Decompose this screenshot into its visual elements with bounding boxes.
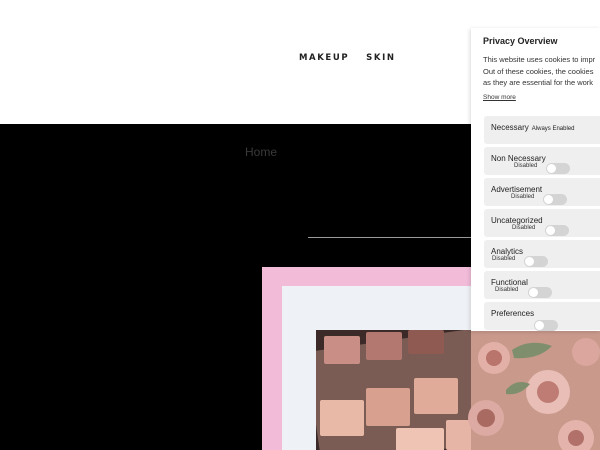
preferences-toggle[interactable] bbox=[534, 320, 558, 331]
category-status: Disabled bbox=[492, 256, 516, 262]
category-name: Preferences bbox=[491, 309, 535, 318]
privacy-title: Privacy Overview bbox=[483, 36, 558, 46]
privacy-text-line: as they are essential for the work bbox=[483, 78, 594, 87]
toggle-knob bbox=[544, 195, 553, 204]
nav-link-makeup[interactable]: MAKEUP bbox=[299, 53, 349, 63]
category-name: Functional bbox=[491, 278, 528, 287]
toggle-knob bbox=[529, 288, 538, 297]
toggle-knob bbox=[535, 321, 544, 330]
cookie-category-non-necessary[interactable]: Non Necessary Disabled bbox=[484, 147, 600, 175]
cookie-category-functional[interactable]: Functional Disabled bbox=[484, 271, 600, 299]
category-label: Necessary Always Enabled bbox=[491, 123, 575, 132]
toggle-knob bbox=[525, 257, 534, 266]
category-status: Disabled bbox=[511, 194, 535, 200]
show-more-link[interactable]: Show more bbox=[483, 94, 516, 101]
eyeshadow-palette-image bbox=[316, 330, 600, 450]
uncategorized-toggle[interactable] bbox=[545, 225, 569, 236]
cookie-category-advertisement[interactable]: Advertisement Disabled bbox=[484, 178, 600, 206]
category-status: Disabled bbox=[495, 287, 519, 293]
privacy-description: This website uses cookies to impr Out of… bbox=[483, 54, 600, 89]
toggle-knob bbox=[547, 164, 556, 173]
nav-link-skin[interactable]: SKIN bbox=[366, 53, 395, 63]
category-name: Advertisement bbox=[491, 185, 543, 194]
functional-toggle[interactable] bbox=[528, 287, 552, 298]
category-name: Necessary bbox=[491, 123, 529, 132]
category-name: Analytics bbox=[491, 247, 524, 256]
cookie-category-necessary[interactable]: Necessary Always Enabled bbox=[484, 116, 600, 144]
cookie-category-analytics[interactable]: Analytics Disabled bbox=[484, 240, 600, 268]
category-name: Uncategorized bbox=[491, 216, 543, 225]
category-status: Disabled bbox=[512, 225, 536, 231]
cookie-category-uncategorized[interactable]: Uncategorized Disabled bbox=[484, 209, 600, 237]
main-nav: MAKEUP SKIN bbox=[299, 53, 396, 63]
cookie-category-preferences[interactable]: Preferences bbox=[484, 302, 600, 331]
privacy-overview-panel: Privacy Overview This website uses cooki… bbox=[471, 28, 600, 331]
advertisement-toggle[interactable] bbox=[543, 194, 567, 205]
non-necessary-toggle[interactable] bbox=[546, 163, 570, 174]
category-name: Non Necessary bbox=[491, 154, 546, 163]
category-status: Disabled bbox=[514, 163, 538, 169]
toggle-knob bbox=[546, 226, 555, 235]
privacy-text-line: This website uses cookies to impr bbox=[483, 55, 596, 64]
analytics-toggle[interactable] bbox=[524, 256, 548, 267]
always-enabled-label: Always Enabled bbox=[531, 126, 575, 132]
privacy-text-line: Out of these cookies, the cookies bbox=[483, 66, 594, 76]
breadcrumb-home-link[interactable]: Home bbox=[245, 145, 277, 159]
